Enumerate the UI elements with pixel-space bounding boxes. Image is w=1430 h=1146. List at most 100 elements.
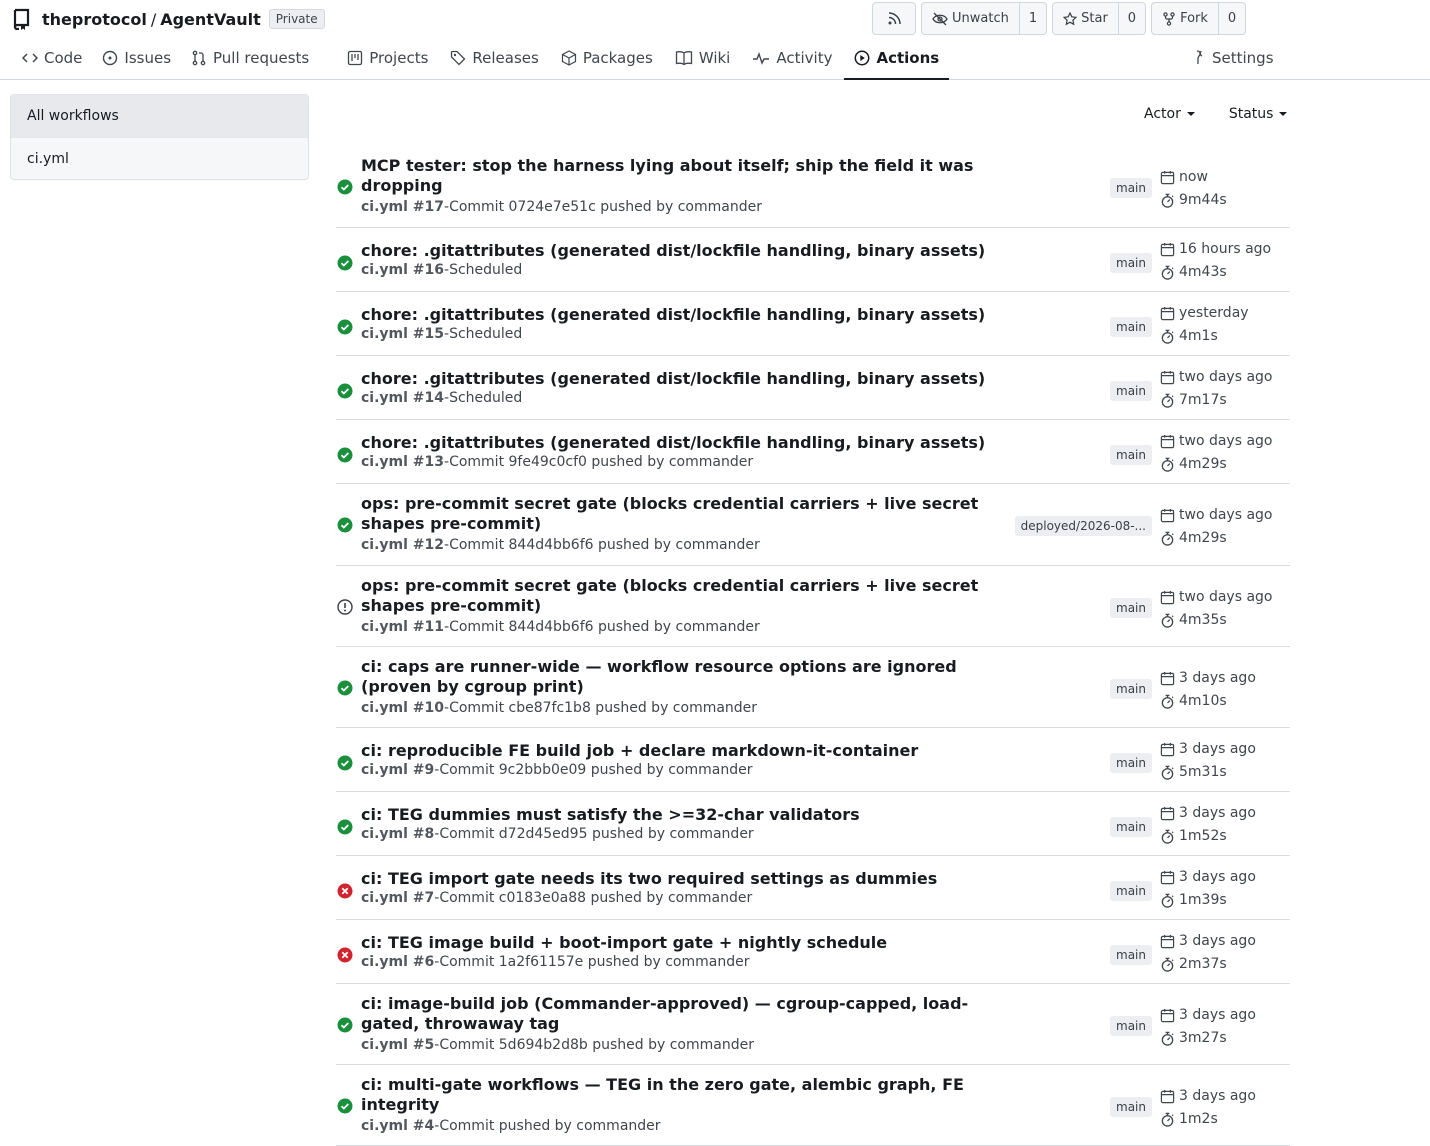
- tab-projects[interactable]: Projects: [337, 38, 438, 78]
- run-title-link[interactable]: MCP tester: stop the harness lying about…: [361, 156, 1001, 196]
- run-workflow-number[interactable]: ci.yml #16: [361, 262, 444, 278]
- run-workflow-number[interactable]: ci.yml #17: [361, 199, 444, 215]
- tab-actions[interactable]: Actions: [844, 38, 949, 80]
- run-duration: 2m37s: [1160, 955, 1227, 973]
- check-circle-icon: [337, 179, 353, 195]
- workflow-run-row[interactable]: ci: TEG import gate needs its two requir…: [336, 856, 1290, 920]
- run-workflow-number[interactable]: ci.yml #12: [361, 537, 444, 553]
- run-trigger: -Scheduled: [444, 262, 523, 278]
- run-title-link[interactable]: ci: reproducible FE build job + declare …: [361, 741, 1001, 761]
- tab-settings[interactable]: Settings: [1182, 38, 1284, 78]
- repo-name-link[interactable]: AgentVault: [160, 10, 261, 29]
- workflow-run-row[interactable]: ci: reproducible FE build job + declare …: [336, 728, 1290, 792]
- run-title-link[interactable]: ops: pre-commit secret gate (blocks cred…: [361, 494, 1001, 534]
- tab-code[interactable]: Code: [12, 38, 92, 78]
- branch-badge[interactable]: main: [1110, 1097, 1152, 1117]
- workflow-run-row[interactable]: MCP tester: stop the harness lying about…: [336, 146, 1290, 228]
- tab-pull-requests[interactable]: Pull requests: [181, 38, 319, 78]
- tab-label: Activity: [776, 49, 833, 67]
- workflow-run-row[interactable]: chore: .gitattributes (generated dist/lo…: [336, 356, 1290, 420]
- tab-label: Pull requests: [213, 49, 310, 67]
- calendar-icon: [1160, 671, 1175, 685]
- sidebar-item-ci-yml[interactable]: ci.yml: [11, 137, 308, 179]
- tab-releases[interactable]: Releases: [440, 38, 548, 78]
- package-icon: [561, 50, 576, 66]
- workflow-run-row[interactable]: ops: pre-commit secret gate (blocks cred…: [336, 566, 1290, 647]
- run-duration-text: 1m52s: [1179, 828, 1227, 844]
- workflow-run-row[interactable]: chore: .gitattributes (generated dist/lo…: [336, 228, 1290, 292]
- run-title-link[interactable]: ci: caps are runner-wide — workflow reso…: [361, 657, 1001, 697]
- branch-badge[interactable]: main: [1110, 945, 1152, 965]
- tab-issues[interactable]: Issues: [92, 38, 181, 78]
- run-title-link[interactable]: chore: .gitattributes (generated dist/lo…: [361, 305, 1001, 325]
- run-title-link[interactable]: ci: TEG image build + boot-import gate +…: [361, 933, 1001, 953]
- branch-badge[interactable]: deployed/2026-08-...: [1014, 516, 1152, 536]
- tab-wiki[interactable]: Wiki: [665, 38, 741, 78]
- workflow-run-row[interactable]: chore: .gitattributes (generated dist/lo…: [336, 420, 1290, 484]
- run-trigger: -Commit d72d45ed95 pushed by commander: [434, 826, 754, 842]
- tab-label: Projects: [369, 49, 429, 67]
- fork-button[interactable]: Fork: [1152, 3, 1218, 34]
- run-title-link[interactable]: ci: image-build job (Commander-approved)…: [361, 994, 1001, 1034]
- run-title-link[interactable]: ci: TEG dummies must satisfy the >=32-ch…: [361, 805, 1001, 825]
- unwatch-button[interactable]: Unwatch: [922, 3, 1019, 34]
- run-duration: 4m1s: [1160, 327, 1218, 345]
- repo-actions: Unwatch 1 Star 0 Fork 0: [872, 2, 1251, 35]
- actor-filter-dropdown[interactable]: Actor: [1134, 102, 1205, 126]
- run-date-text: two days ago: [1179, 433, 1273, 449]
- run-workflow-number[interactable]: ci.yml #6: [361, 954, 434, 970]
- stopwatch-icon: [1161, 1031, 1174, 1046]
- branch-badge[interactable]: main: [1110, 881, 1152, 901]
- run-title-link[interactable]: ops: pre-commit secret gate (blocks cred…: [361, 576, 1001, 616]
- run-workflow-number[interactable]: ci.yml #15: [361, 326, 444, 342]
- run-date: 3 days ago: [1160, 868, 1256, 886]
- run-workflow-number[interactable]: ci.yml #10: [361, 700, 444, 716]
- workflow-run-row[interactable]: ci: caps are runner-wide — workflow reso…: [336, 647, 1290, 728]
- run-workflow-number[interactable]: ci.yml #7: [361, 890, 434, 906]
- star-button[interactable]: Star: [1053, 3, 1118, 34]
- fork-icon: [1163, 11, 1175, 26]
- status-filter-dropdown[interactable]: Status: [1219, 102, 1298, 126]
- branch-badge[interactable]: main: [1110, 381, 1152, 401]
- branch-badge[interactable]: main: [1110, 253, 1152, 273]
- workflow-run-row[interactable]: ops: pre-commit secret gate (blocks cred…: [336, 484, 1290, 566]
- run-meta: ci.yml #4-Commit pushed by commander: [361, 1118, 661, 1134]
- branch-badge[interactable]: main: [1110, 817, 1152, 837]
- workflow-run-row[interactable]: chore: .gitattributes (generated dist/lo…: [336, 292, 1290, 356]
- fork-count[interactable]: 0: [1217, 3, 1245, 34]
- run-workflow-number[interactable]: ci.yml #5: [361, 1037, 434, 1053]
- run-title-link[interactable]: chore: .gitattributes (generated dist/lo…: [361, 241, 1001, 261]
- run-title-link[interactable]: ci: multi-gate workflows — TEG in the ze…: [361, 1075, 1001, 1115]
- repo-owner-link[interactable]: theprotocol: [42, 10, 147, 29]
- tab-activity[interactable]: Activity: [742, 38, 842, 78]
- alert-circle-icon: [337, 599, 353, 615]
- workflow-run-row[interactable]: ci: image-build job (Commander-approved)…: [336, 984, 1290, 1065]
- run-title-link[interactable]: chore: .gitattributes (generated dist/lo…: [361, 433, 1001, 453]
- calendar-icon: [1160, 1008, 1175, 1022]
- workflow-run-row[interactable]: ci: TEG dummies must satisfy the >=32-ch…: [336, 792, 1290, 856]
- run-title-link[interactable]: ci: TEG import gate needs its two requir…: [361, 869, 1001, 889]
- branch-badge[interactable]: main: [1110, 753, 1152, 773]
- branch-badge[interactable]: main: [1110, 317, 1152, 337]
- run-workflow-number[interactable]: ci.yml #13: [361, 454, 444, 470]
- pull-request-icon: [192, 50, 206, 66]
- run-date: 3 days ago: [1160, 669, 1256, 687]
- sidebar-item-all-workflows[interactable]: All workflows: [11, 95, 308, 137]
- watch-count[interactable]: 1: [1018, 3, 1046, 34]
- run-workflow-number[interactable]: ci.yml #9: [361, 762, 434, 778]
- tab-packages[interactable]: Packages: [551, 38, 663, 78]
- branch-badge[interactable]: main: [1110, 445, 1152, 465]
- branch-badge[interactable]: main: [1110, 598, 1152, 618]
- star-count[interactable]: 0: [1117, 3, 1145, 34]
- run-workflow-number[interactable]: ci.yml #4: [361, 1118, 434, 1134]
- run-workflow-number[interactable]: ci.yml #8: [361, 826, 434, 842]
- branch-badge[interactable]: main: [1110, 178, 1152, 198]
- rss-button[interactable]: [872, 2, 916, 35]
- branch-badge[interactable]: main: [1110, 679, 1152, 699]
- run-workflow-number[interactable]: ci.yml #14: [361, 390, 444, 406]
- run-title-link[interactable]: chore: .gitattributes (generated dist/lo…: [361, 369, 1001, 389]
- workflow-run-row[interactable]: ci: TEG image build + boot-import gate +…: [336, 920, 1290, 984]
- workflow-run-row[interactable]: ci: multi-gate workflows — TEG in the ze…: [336, 1065, 1290, 1146]
- run-workflow-number[interactable]: ci.yml #11: [361, 619, 444, 635]
- branch-badge[interactable]: main: [1110, 1016, 1152, 1036]
